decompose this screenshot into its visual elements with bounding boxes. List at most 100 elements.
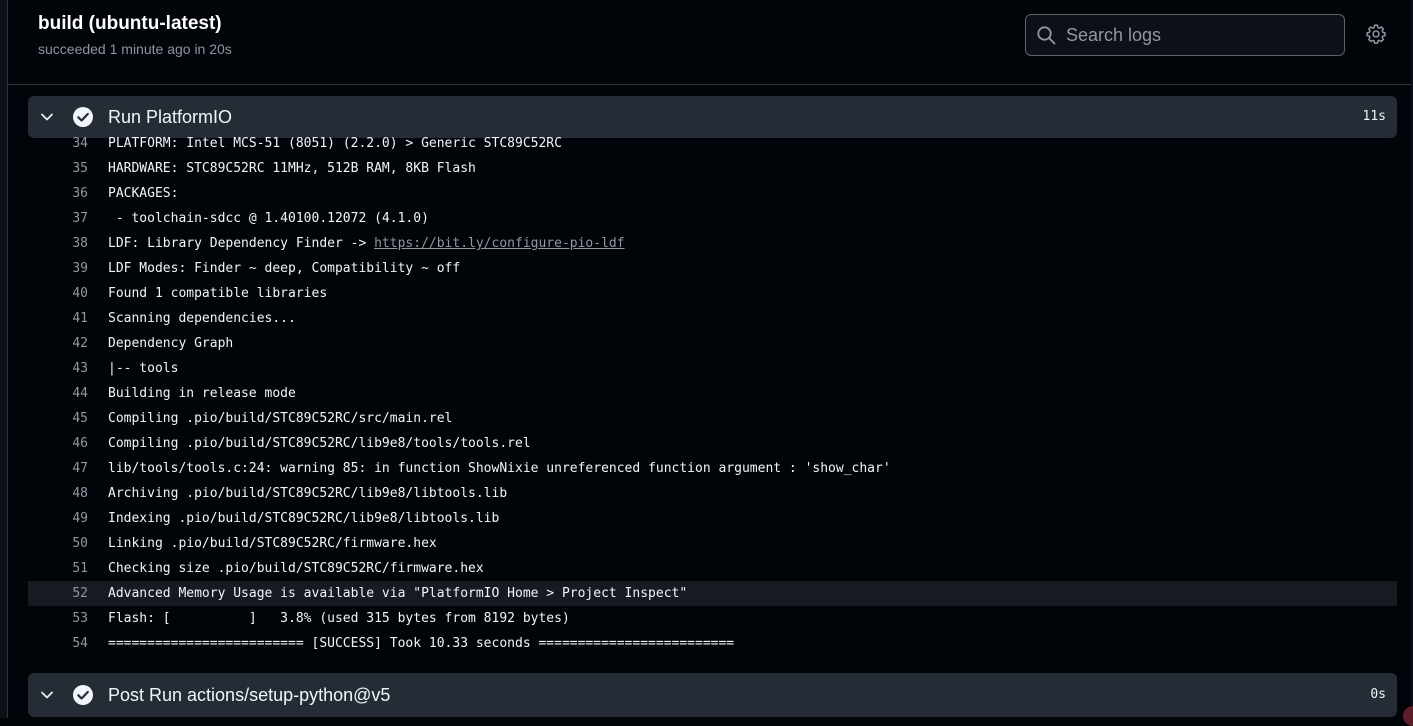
log-line-content: PLATFORM: Intel MCS-51 (8051) (2.2.0) > … [108, 136, 562, 151]
log-line: 47 lib/tools/tools.c:24: warning 85: in f… [28, 456, 1397, 481]
log-line-text: Found 1 compatible libraries [108, 281, 327, 306]
log-line-content: Archiving .pio/build/STC89C52RC/lib9e8/l… [108, 486, 508, 501]
left-panel-edge [0, 0, 8, 718]
log-line-number[interactable]: 53 [28, 606, 88, 631]
log-line-text: Advanced Memory Usage is available via "… [108, 581, 687, 606]
log-line-content: LDF Modes: Finder ~ deep, Compatibility … [108, 261, 461, 276]
log-line-content: Indexing .pio/build/STC89C52RC/lib9e8/li… [108, 511, 500, 526]
log-line-content: Compiling .pio/build/STC89C52RC/src/main… [108, 411, 453, 426]
log-line-text: Scanning dependencies... [108, 306, 296, 331]
log-line-text: |-- tools [108, 356, 178, 381]
log-line-content: LDF: Library Dependency Finder -> [108, 236, 375, 251]
log-line: 43 |-- tools [28, 356, 1397, 381]
log-line-content: Advanced Memory Usage is available via "… [108, 586, 688, 601]
job-log-page: build (ubuntu-latest) succeeded 1 minute… [0, 0, 1413, 726]
step-duration: 11s [1362, 109, 1386, 124]
log-line-number[interactable]: 54 [28, 631, 88, 656]
log-line-number[interactable]: 51 [28, 556, 88, 581]
log-line: 37 - toolchain-sdcc @ 1.40100.12072 (4.1… [28, 206, 1397, 231]
log-line: 40 Found 1 compatible libraries [28, 281, 1397, 306]
log-line-number[interactable]: 35 [28, 156, 88, 181]
log-line: 35 HARDWARE: STC89C52RC 11MHz, 512B RAM, … [28, 156, 1397, 181]
log-line-number[interactable]: 34 [28, 131, 88, 156]
log-line-content: Scanning dependencies... [108, 311, 296, 326]
step-duration: 0s [1370, 687, 1386, 702]
log-line-text: LDF Modes: Finder ~ deep, Compatibility … [108, 256, 460, 281]
log-line-text: LDF: Library Dependency Finder -> https:… [108, 231, 625, 256]
log-line-text: ========================= [SUCCESS] Took… [108, 631, 734, 656]
corner-badge [1403, 706, 1413, 726]
log-line-content: ========================= [SUCCESS] Took… [108, 636, 735, 651]
log-line-number[interactable]: 47 [28, 456, 88, 481]
log-line: 49 Indexing .pio/build/STC89C52RC/lib9e8/… [28, 506, 1397, 531]
log-line-text: Compiling .pio/build/STC89C52RC/src/main… [108, 406, 452, 431]
check-circle-icon [73, 107, 93, 127]
log-line-number[interactable]: 43 [28, 356, 88, 381]
log-line-content: Dependency Graph [108, 336, 234, 351]
log-line-number[interactable]: 48 [28, 481, 88, 506]
log-line-text: - toolchain-sdcc @ 1.40100.12072 (4.1.0) [108, 206, 429, 231]
log-line-content: |-- tools [108, 361, 179, 376]
log-line-content: PACKAGES: [108, 186, 179, 201]
log-line-content: lib/tools/tools.c:24: warning 85: in fun… [108, 461, 891, 476]
job-title: build (ubuntu-latest) [38, 13, 222, 34]
log-line-number[interactable]: 49 [28, 506, 88, 531]
log-line-text: lib/tools/tools.c:24: warning 85: in fun… [108, 456, 891, 481]
search-icon [1037, 26, 1056, 45]
log-line-text: Dependency Graph [108, 331, 233, 356]
log-line-number[interactable]: 52 [28, 581, 88, 606]
log-line-text: Building in release mode [108, 381, 296, 406]
log-line-text: Flash: [ ] 3.8% (used 315 bytes from 819… [108, 606, 570, 631]
log-line: 46 Compiling .pio/build/STC89C52RC/lib9e8… [28, 431, 1397, 456]
log-line: 54 ========================= [SUCCESS] To… [28, 631, 1397, 656]
log-line-text: PACKAGES: [108, 181, 178, 206]
log-line-number[interactable]: 39 [28, 256, 88, 281]
step-name: Post Run actions/setup-python@v5 [108, 685, 391, 705]
log-line: 48 Archiving .pio/build/STC89C52RC/lib9e8… [28, 481, 1397, 506]
job-header: build (ubuntu-latest) succeeded 1 minute… [8, 0, 1411, 85]
log-line-content: Building in release mode [108, 386, 296, 401]
log-line-number[interactable]: 38 [28, 231, 88, 256]
log-line-text: Linking .pio/build/STC89C52RC/firmware.h… [108, 531, 437, 556]
chevron-down-icon[interactable] [39, 687, 55, 703]
log-line: 39 LDF Modes: Finder ~ deep, Compatibilit… [28, 256, 1397, 281]
log-line-content: Flash: [ ] 3.8% (used 315 bytes from 819… [108, 611, 570, 626]
gear-icon[interactable] [1365, 23, 1387, 45]
log-line: 45 Compiling .pio/build/STC89C52RC/src/ma… [28, 406, 1397, 431]
log-line: 44 Building in release mode [28, 381, 1397, 406]
log-link[interactable]: https://bit.ly/configure-pio-ldf [374, 236, 624, 251]
step-log-output: 34 PLATFORM: Intel MCS-51 (8051) (2.2.0) … [28, 131, 1397, 663]
log-line: 52 Advanced Memory Usage is available via… [28, 581, 1397, 606]
job-status: succeeded 1 minute ago in 20s [38, 41, 232, 57]
step-name: Run PlatformIO [108, 107, 233, 127]
log-line-number[interactable]: 41 [28, 306, 88, 331]
log-line-number[interactable]: 45 [28, 406, 88, 431]
log-line: 51 Checking size .pio/build/STC89C52RC/fi… [28, 556, 1397, 581]
log-line-content: Found 1 compatible libraries [108, 286, 328, 301]
search-logs-box[interactable] [1025, 14, 1345, 56]
log-line-text: Archiving .pio/build/STC89C52RC/lib9e8/l… [108, 481, 507, 506]
log-line-content: HARDWARE: STC89C52RC 11MHz, 512B RAM, 8K… [108, 161, 476, 176]
log-line-number[interactable]: 44 [28, 381, 88, 406]
check-circle-icon [73, 685, 93, 705]
log-line-number[interactable]: 36 [28, 181, 88, 206]
log-line-number[interactable]: 50 [28, 531, 88, 556]
step-post-run-setup-python[interactable]: Post Run actions/setup-python@v5 0s [28, 673, 1397, 717]
search-logs-input[interactable] [1066, 15, 1336, 55]
log-line: 34 PLATFORM: Intel MCS-51 (8051) (2.2.0) … [28, 131, 1397, 156]
log-line-text: PLATFORM: Intel MCS-51 (8051) (2.2.0) > … [108, 131, 562, 156]
log-line-text: Indexing .pio/build/STC89C52RC/lib9e8/li… [108, 506, 499, 531]
log-line-text: Compiling .pio/build/STC89C52RC/lib9e8/t… [108, 431, 531, 456]
chevron-down-icon[interactable] [39, 109, 55, 125]
log-line-number[interactable]: 46 [28, 431, 88, 456]
log-line-text: HARDWARE: STC89C52RC 11MHz, 512B RAM, 8K… [108, 156, 476, 181]
log-line-content: Checking size .pio/build/STC89C52RC/firm… [108, 561, 484, 576]
log-line: 53 Flash: [ ] 3.8% (used 315 bytes from 8… [28, 606, 1397, 631]
log-line: 38 LDF: Library Dependency Finder -> http… [28, 231, 1397, 256]
log-line-content: Compiling .pio/build/STC89C52RC/lib9e8/t… [108, 436, 531, 451]
log-line-content: Linking .pio/build/STC89C52RC/firmware.h… [108, 536, 437, 551]
log-line-number[interactable]: 37 [28, 206, 88, 231]
log-line-text: Checking size .pio/build/STC89C52RC/firm… [108, 556, 484, 581]
log-line-number[interactable]: 42 [28, 331, 88, 356]
log-line-number[interactable]: 40 [28, 281, 88, 306]
